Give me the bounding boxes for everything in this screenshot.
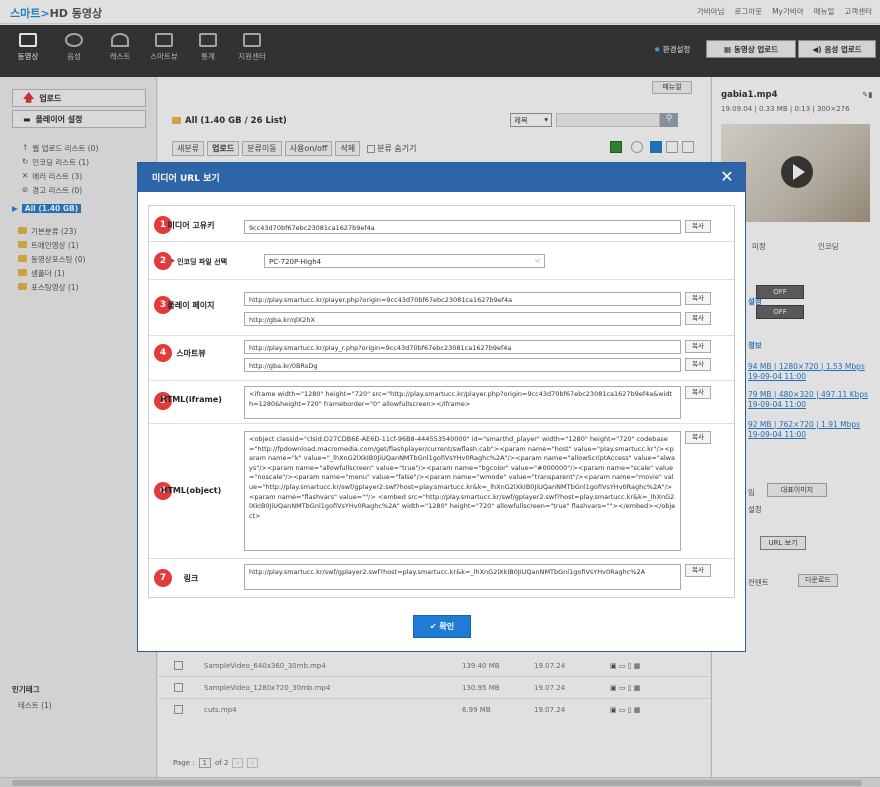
copy-button[interactable]: 복사 — [685, 386, 711, 399]
check-icon: ✔ — [429, 622, 437, 631]
dialog-title: 미디어 URL 보기 — [138, 163, 745, 192]
play-page-url[interactable]: http://play.smartucc.kr/player.php?origi… — [244, 292, 681, 306]
row-label: 플레이 페이지 — [167, 301, 215, 310]
row-label: 스마트뷰 — [176, 349, 206, 358]
chevron-down-icon: ⌵ — [534, 256, 540, 264]
row-label: 링크 — [183, 574, 199, 583]
row-html-iframe: 5 HTML(iframe) <iframe width="1280" heig… — [149, 381, 734, 424]
row-html-object: 6 HTML(object) <object classid="clsid:D2… — [149, 424, 734, 559]
copy-button[interactable]: 복사 — [685, 312, 711, 325]
close-icon[interactable]: ✕ — [719, 169, 735, 185]
row-label: HTML(iframe) — [160, 395, 222, 404]
smartview-url[interactable]: http://play.smartucc.kr/play_r.php?origi… — [244, 340, 681, 354]
copy-button[interactable]: 복사 — [685, 431, 711, 444]
row-media-key: 1 미디어 고유키 9cc43d70bf67ebc23081ca1627b9ef… — [149, 206, 734, 242]
encoding-select[interactable]: PC-720P-High4 ⌵ — [264, 254, 545, 268]
copy-button[interactable]: 복사 — [685, 292, 711, 305]
row-encoding-select: 2 * 인코딩 파일 선택 PC-720P-High4 ⌵ — [149, 242, 734, 280]
row-label: HTML(object) — [160, 486, 222, 495]
link-field[interactable]: http://play.smartucc.kr/swf/gplayer2.swf… — [244, 564, 681, 590]
row-label: 미디어 고유키 — [167, 221, 215, 230]
row-label: * 인코딩 파일 선택 — [170, 258, 228, 266]
copy-button[interactable]: 복사 — [685, 358, 711, 371]
smartview-short-url[interactable]: http://gba.kr/0BRsDg — [244, 358, 681, 372]
confirm-button[interactable]: ✔ 확인 — [413, 615, 471, 638]
row-link: 7 링크 http://play.smartucc.kr/swf/gplayer… — [149, 559, 734, 597]
play-page-short-url[interactable]: http://gba.kr/qlX2hX — [244, 312, 681, 326]
row-smartview: 4 스마트뷰 http://play.smartucc.kr/play_r.ph… — [149, 337, 734, 381]
row-play-page: 3 플레이 페이지 http://play.smartucc.kr/player… — [149, 291, 734, 336]
dialog-body: 1 미디어 고유키 9cc43d70bf67ebc23081ca1627b9ef… — [148, 205, 735, 598]
object-code-field[interactable]: <object classid="clsid:D27CDB6E-AE6D-11c… — [244, 431, 681, 551]
iframe-code-field[interactable]: <iframe width="1280" height="720" src="h… — [244, 386, 681, 419]
copy-button[interactable]: 복사 — [685, 564, 711, 577]
copy-button[interactable]: 복사 — [685, 340, 711, 353]
copy-button[interactable]: 복사 — [685, 220, 711, 233]
media-url-dialog: 미디어 URL 보기 ✕ 1 미디어 고유키 9cc43d70bf67ebc23… — [137, 162, 746, 652]
media-key-field[interactable]: 9cc43d70bf67ebc23081ca1627b9ef4a — [244, 220, 681, 234]
